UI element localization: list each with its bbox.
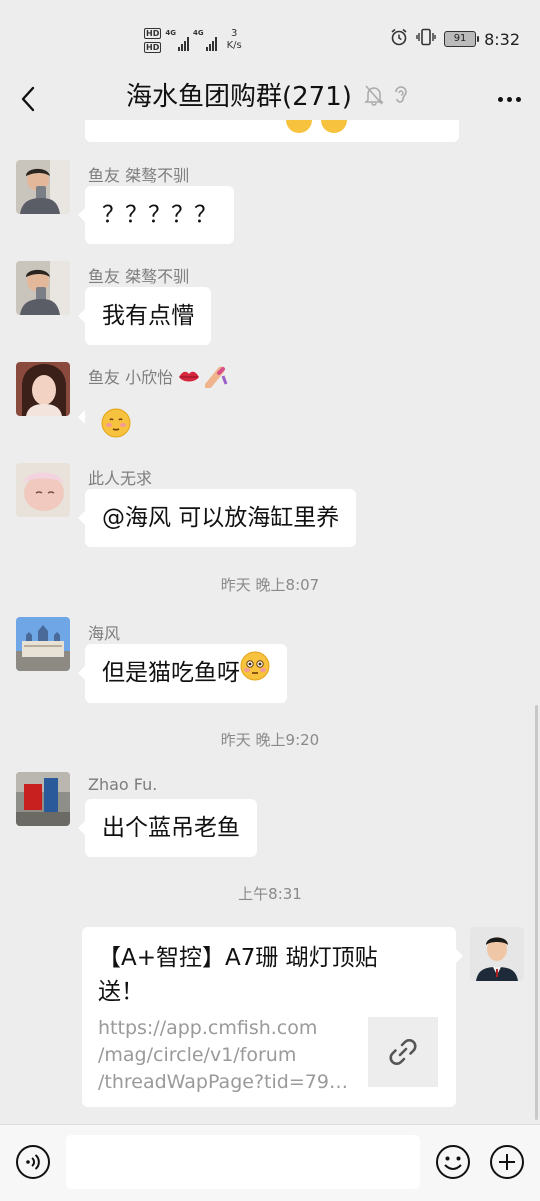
avatar[interactable] [16,160,70,214]
emoji-icon [436,1145,470,1179]
signal-icon: 4G [165,29,189,51]
message-bubble[interactable]: 出个蓝吊老鱼 [78,799,257,857]
status-bar: HD HD 4G 4G 3 K/s 91 8:32 [0,0,540,78]
link-card-title: 【A+智控】A7珊 瑚灯顶贴送！ [98,945,378,1005]
timestamp: 昨天 晚上8:07 [220,576,320,594]
sender-name: 海风 [88,624,121,643]
battery-icon: 91 [444,31,480,47]
timestamp: 上午8:31 [238,885,302,903]
flushed-face-emoji-icon [240,645,270,703]
sender-name: 鱼友 桀骜不驯 [88,267,190,286]
status-time: 8:32 [484,29,520,49]
sender-name: 此人无求 [88,469,153,488]
dot-icon [497,96,503,102]
message-input[interactable] [66,1135,420,1189]
link-thumbnail [368,1017,438,1087]
sender-name: 鱼友 小欣怡 [88,364,229,392]
timestamp: 昨天 晚上9:20 [220,731,320,749]
avatar[interactable] [470,927,524,981]
nail-polish-emoji-icon [204,366,229,392]
voice-icon [16,1145,50,1179]
link-icon [389,1039,417,1065]
link-card-url: https://app.cmfish.com /mag/circle/v1/fo… [98,1017,358,1093]
alarm-icon [390,28,408,50]
vibrate-icon [416,28,436,50]
message-bubble[interactable]: @海风 可以放海缸里养 [77,489,357,547]
blushing-emoji-icon [285,120,313,156]
back-button[interactable] [14,82,42,116]
voice-input-button[interactable] [14,1143,52,1181]
blushing-emoji-icon [320,120,348,156]
message-bubble[interactable]: 但是猫吃鱼呀 [78,644,287,703]
sender-name: Zhao Fu. [88,775,158,794]
message-bubble[interactable]: ？？？？？ [78,186,234,244]
avatar[interactable] [16,772,70,826]
avatar[interactable] [16,617,70,671]
avatar[interactable] [16,362,70,416]
avatar[interactable] [16,261,70,315]
link-card-message[interactable]: 【A+智控】A7珊 瑚灯顶贴送！ https://app.cmfish.com … [82,927,463,1107]
hd-badge: HD [144,27,162,39]
message-bubble[interactable]: 我有点懵 [78,287,211,345]
dot-icon [515,96,521,102]
mute-bell-icon [364,84,384,110]
chat-header: 海水鱼团购群(271) [0,78,540,120]
more-options-button[interactable] [492,82,526,116]
smiling-face-emoji-icon [101,402,131,460]
message-bubble-partial[interactable] [85,120,459,142]
more-functions-button[interactable] [488,1143,526,1181]
emoji-button[interactable] [434,1143,472,1181]
avatar[interactable] [16,463,70,517]
scrollbar[interactable] [535,705,538,1120]
input-bar [0,1124,540,1201]
signal-icon: 4G [193,29,217,51]
hd-badge: HD [144,41,162,53]
kiss-lips-emoji-icon [178,369,200,389]
sender-name: 鱼友 桀骜不驯 [88,166,190,185]
dot-icon [506,96,512,102]
network-speed: 3 K/s [226,28,242,51]
plus-icon [490,1145,524,1179]
chat-title: 海水鱼团购群(271) [126,82,352,112]
ear-icon [392,84,410,110]
message-list[interactable]: 鱼友 桀骜不驯 ？？？？？ 鱼友 桀骜不驯 我有点懵 鱼友 小欣怡 此人无求 @… [0,120,540,1124]
chevron-left-icon [21,86,35,112]
